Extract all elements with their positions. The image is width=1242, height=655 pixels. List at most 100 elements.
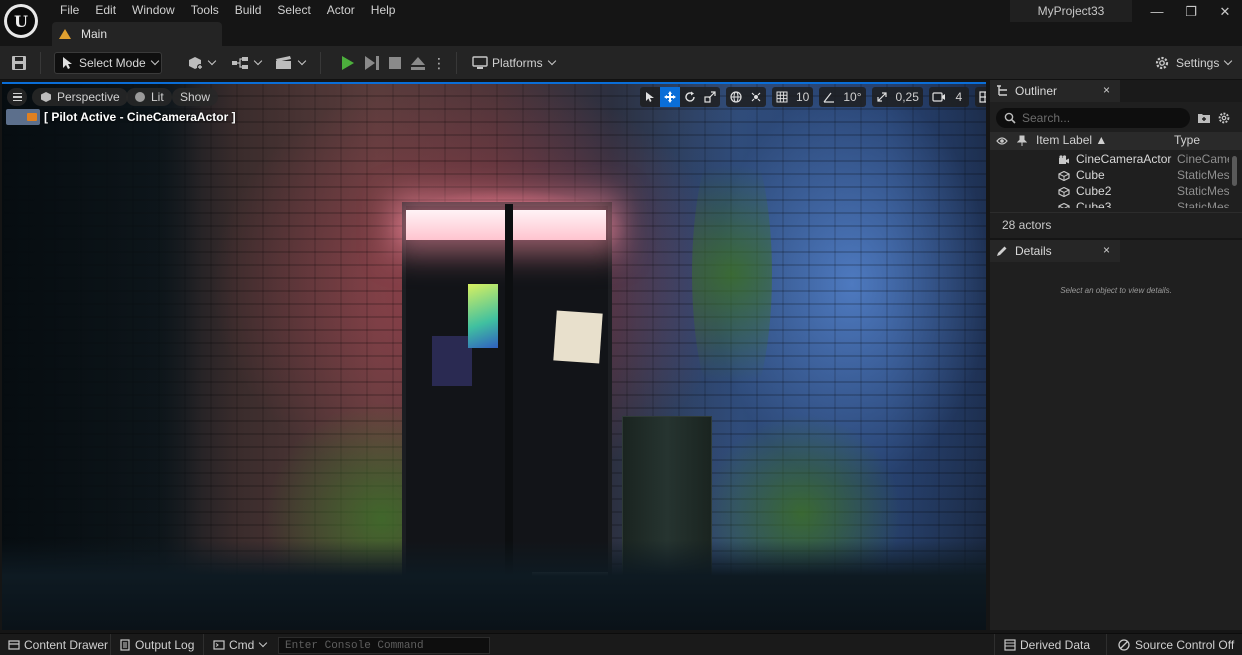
outliner-row[interactable]: CineCameraActor CineCame xyxy=(990,152,1230,168)
platforms-dropdown[interactable]: Platforms xyxy=(472,54,556,72)
chevron-down-icon xyxy=(297,56,307,66)
gear-icon[interactable] xyxy=(1216,110,1232,126)
pilot-indicator: [ Pilot Active - CineCameraActor ] xyxy=(6,108,236,126)
menu-window[interactable]: Window xyxy=(124,0,183,20)
select-mode-dropdown[interactable]: Select Mode xyxy=(54,52,162,74)
static-mesh-icon xyxy=(1058,171,1070,181)
menu-actor[interactable]: Actor xyxy=(319,0,363,20)
cube-icon xyxy=(41,92,51,102)
static-mesh-icon xyxy=(1058,187,1070,197)
grid-snap-value[interactable]: 10 xyxy=(792,87,814,107)
lit-button[interactable]: Lit xyxy=(126,88,172,106)
viewport-options-menu[interactable] xyxy=(7,88,27,106)
scale-snap-icon[interactable] xyxy=(871,87,892,107)
grid-snap-icon[interactable] xyxy=(772,87,792,107)
booth-frame xyxy=(505,204,513,589)
menu-help[interactable]: Help xyxy=(363,0,404,20)
main-toolbar: Select Mode ⋮ Platforms Settings xyxy=(0,46,1242,80)
chevron-down-icon xyxy=(259,638,268,648)
perspective-button[interactable]: Perspective xyxy=(32,88,128,106)
blueprint-icon[interactable] xyxy=(230,54,263,72)
viewport-layout-icon[interactable] xyxy=(974,87,986,107)
minimize-button[interactable]: — xyxy=(1146,4,1168,20)
outliner-row[interactable]: Cube StaticMes xyxy=(990,168,1230,184)
source-control-button[interactable]: Source Control Off xyxy=(1118,634,1234,655)
camera-pilot-icon[interactable] xyxy=(6,109,40,125)
eye-icon[interactable] xyxy=(996,136,1008,146)
outliner-row[interactable]: Cube2 StaticMes xyxy=(990,184,1230,200)
scale-tool-icon[interactable] xyxy=(700,87,720,107)
rotation-snap-value[interactable]: 10° xyxy=(839,87,866,107)
stop-icon[interactable] xyxy=(385,54,405,72)
actor-type: StaticMes xyxy=(1177,168,1229,182)
output-log-button[interactable]: Output Log xyxy=(120,634,194,655)
level-viewport[interactable]: Perspective Lit Show [ Pilot Active - Ci… xyxy=(2,82,986,630)
more-options-icon[interactable]: ⋮ xyxy=(432,54,446,72)
camera-speed-icon[interactable] xyxy=(928,87,949,107)
terminal-icon xyxy=(213,640,225,650)
cmd-dropdown[interactable]: Cmd xyxy=(213,634,268,655)
cinematics-icon[interactable] xyxy=(274,54,307,72)
chevron-down-icon xyxy=(150,56,159,66)
scale-snap-value[interactable]: 0,25 xyxy=(891,87,923,107)
ivy-foliage xyxy=(692,124,772,424)
derived-data-label: Derived Data xyxy=(1020,638,1091,652)
menu-build[interactable]: Build xyxy=(227,0,270,20)
statusbar-separator xyxy=(1106,634,1107,655)
translate-tool-icon[interactable] xyxy=(660,87,680,107)
menu-bar: File Edit Window Tools Build Select Acto… xyxy=(52,0,403,20)
menu-file[interactable]: File xyxy=(52,0,87,20)
actor-name: Cube3 xyxy=(1076,200,1112,208)
unreal-logo-icon[interactable]: U xyxy=(4,4,38,38)
gear-icon xyxy=(1155,56,1169,70)
close-icon[interactable]: × xyxy=(1103,83,1110,97)
surface-snap-icon[interactable] xyxy=(746,87,766,107)
add-actor-icon[interactable] xyxy=(186,54,217,72)
outliner-scrollbar[interactable] xyxy=(1232,156,1237,186)
camera-icon xyxy=(1059,155,1069,164)
eject-icon[interactable] xyxy=(408,54,428,72)
lit-label: Lit xyxy=(151,90,164,104)
item-label-column[interactable]: Item Label ▲ xyxy=(1036,133,1107,147)
menu-tools[interactable]: Tools xyxy=(183,0,227,20)
warning-icon xyxy=(59,29,71,39)
menu-select[interactable]: Select xyxy=(269,0,318,20)
rotate-tool-icon[interactable] xyxy=(680,87,700,107)
content-drawer-button[interactable]: Content Drawer xyxy=(8,634,108,655)
outliner-search-input[interactable] xyxy=(1022,111,1182,125)
camera-speed-value[interactable]: 4 xyxy=(948,87,969,107)
outliner-tab-label: Outliner xyxy=(1015,84,1058,98)
close-icon[interactable]: × xyxy=(1103,243,1110,257)
type-column[interactable]: Type xyxy=(1174,133,1200,147)
outliner-search-box[interactable] xyxy=(996,108,1190,128)
add-folder-icon[interactable] xyxy=(1196,110,1212,126)
close-button[interactable]: ✕ xyxy=(1214,4,1236,20)
viewport-transform-toolbar: 10 10° 0,25 4 xyxy=(640,87,986,107)
show-button[interactable]: Show xyxy=(172,88,219,106)
actor-count: 28 actors xyxy=(990,212,1242,236)
select-mode-label: Select Mode xyxy=(79,56,146,70)
play-icon[interactable] xyxy=(338,54,358,72)
outliner-tab[interactable]: Outliner × xyxy=(990,80,1120,102)
level-tab-main[interactable]: Main xyxy=(52,22,222,46)
rotation-snap-icon[interactable] xyxy=(819,87,840,107)
details-tab[interactable]: Details × xyxy=(990,240,1120,262)
statusbar-separator xyxy=(994,634,995,655)
derived-data-button[interactable]: Derived Data xyxy=(1004,634,1090,655)
world-space-icon[interactable] xyxy=(726,87,746,107)
restore-button[interactable]: ❐ xyxy=(1180,4,1202,20)
menu-edit[interactable]: Edit xyxy=(87,0,124,20)
toolbar-separator xyxy=(320,52,321,74)
platforms-icon xyxy=(472,56,488,69)
pin-icon[interactable] xyxy=(1017,135,1027,147)
static-mesh-icon xyxy=(1058,203,1070,208)
settings-dropdown[interactable]: Settings xyxy=(1154,54,1233,72)
platforms-label: Platforms xyxy=(492,56,543,70)
console-command-input[interactable] xyxy=(278,637,490,654)
select-tool-icon[interactable] xyxy=(640,87,660,107)
step-icon[interactable] xyxy=(362,54,382,72)
outliner-row[interactable]: Cube3 StaticMes xyxy=(990,200,1230,208)
save-icon[interactable] xyxy=(10,54,28,72)
toolbar-separator xyxy=(456,52,457,74)
outliner-panel: Outliner × Item Label ▲ Type CineCameraA… xyxy=(990,80,1242,238)
